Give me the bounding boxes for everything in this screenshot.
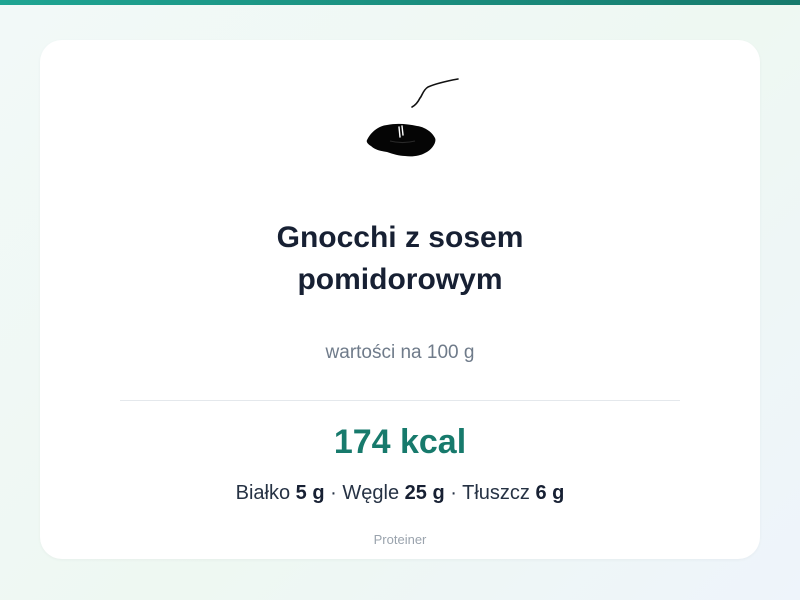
serving-subtitle: wartości na 100 g [325, 342, 475, 363]
macros-line: Białko 5 g · Węgle 25 g · Tłuszcz 6 g [100, 480, 700, 506]
dish-title-line-1: Gnocchi z sosem [276, 221, 524, 254]
top-accent-bar [0, 0, 800, 5]
fat-label: Tłuszcz [462, 482, 530, 504]
carbs-value: 25 g [404, 482, 445, 504]
gnocchi-dish-icon [366, 78, 459, 157]
dish-title-line-2: pomidorowym [297, 263, 503, 296]
macro-separator: · [450, 482, 457, 504]
calories-value: 174 kcal [333, 423, 467, 461]
carbs-label: Węgle [342, 482, 400, 504]
macro-separator: · [330, 482, 337, 504]
dish-title: Gnocchi z sosem pomidorowym [200, 217, 600, 301]
protein-label: Białko [235, 482, 291, 504]
brand-name: Proteiner [373, 532, 427, 547]
fat-value: 6 g [535, 482, 565, 504]
divider [120, 400, 680, 401]
protein-value: 5 g [295, 482, 325, 504]
